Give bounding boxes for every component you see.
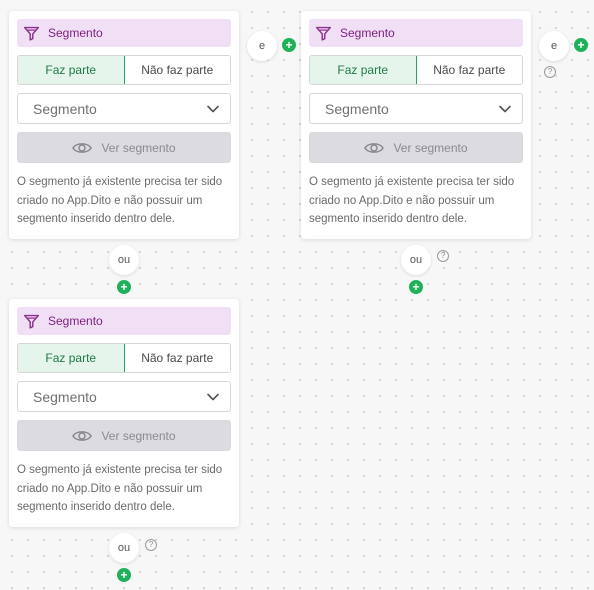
view-segment-button[interactable]: Ver segmento <box>17 132 231 163</box>
view-segment-label: Ver segmento <box>393 140 468 155</box>
segment-select[interactable]: Segmento <box>17 93 231 124</box>
funnel-icon <box>23 314 40 329</box>
segment-select[interactable]: Segmento <box>309 93 523 124</box>
add-or-plus-icon-2[interactable]: + <box>409 280 423 294</box>
chevron-down-icon <box>207 105 219 112</box>
card-title: Segmento <box>340 26 395 40</box>
and-connector-1[interactable]: e <box>247 31 277 61</box>
funnel-icon <box>23 26 40 41</box>
segment-select-value: Segmento <box>33 100 97 117</box>
toggle-nao-faz-parte[interactable]: Não faz parte <box>124 56 230 84</box>
or-connector-2[interactable]: ou <box>401 245 431 275</box>
membership-toggle: Faz parte Não faz parte <box>17 55 231 85</box>
card-description: O segmento já existente precisa ter sido… <box>17 464 223 513</box>
help-icon[interactable]: ? <box>145 539 157 551</box>
membership-toggle: Faz parte Não faz parte <box>17 343 231 373</box>
segment-select-value: Segmento <box>325 100 389 117</box>
segment-card-2: Segmento Faz parte Não faz parte Segment… <box>301 11 531 239</box>
funnel-icon <box>315 26 332 41</box>
add-or-plus-icon-3[interactable]: + <box>117 568 131 582</box>
eye-icon <box>72 430 93 441</box>
segment-select[interactable]: Segmento <box>17 381 231 412</box>
add-and-plus-icon-1[interactable]: + <box>282 38 296 52</box>
card-header: Segmento <box>17 307 231 335</box>
segment-select-value: Segmento <box>33 388 97 405</box>
card-header: Segmento <box>309 19 523 47</box>
and-connector-2[interactable]: e <box>539 31 569 61</box>
help-icon[interactable]: ? <box>544 66 556 78</box>
help-icon[interactable]: ? <box>437 250 449 262</box>
card-title: Segmento <box>48 26 103 40</box>
or-connector-3[interactable]: ou <box>109 533 139 563</box>
or-connector-1[interactable]: ou <box>109 245 139 275</box>
card-description: O segmento já existente precisa ter sido… <box>309 176 515 225</box>
view-segment-label: Ver segmento <box>101 428 176 443</box>
add-and-plus-icon-2[interactable]: + <box>574 38 588 52</box>
eye-icon <box>364 142 385 153</box>
add-or-plus-icon-1[interactable]: + <box>117 280 131 294</box>
segment-card-1: Segmento Faz parte Não faz parte Segment… <box>9 11 239 239</box>
eye-icon <box>72 142 93 153</box>
card-description: O segmento já existente precisa ter sido… <box>17 176 223 225</box>
card-title: Segmento <box>48 314 103 328</box>
segment-card-3: Segmento Faz parte Não faz parte Segment… <box>9 299 239 527</box>
toggle-nao-faz-parte[interactable]: Não faz parte <box>124 344 230 372</box>
toggle-faz-parte[interactable]: Faz parte <box>310 56 417 84</box>
chevron-down-icon <box>207 393 219 400</box>
view-segment-label: Ver segmento <box>101 140 176 155</box>
membership-toggle: Faz parte Não faz parte <box>309 55 523 85</box>
toggle-faz-parte[interactable]: Faz parte <box>18 344 125 372</box>
chevron-down-icon <box>499 105 511 112</box>
view-segment-button[interactable]: Ver segmento <box>17 420 231 451</box>
card-header: Segmento <box>17 19 231 47</box>
view-segment-button[interactable]: Ver segmento <box>309 132 523 163</box>
toggle-nao-faz-parte[interactable]: Não faz parte <box>416 56 522 84</box>
toggle-faz-parte[interactable]: Faz parte <box>18 56 125 84</box>
